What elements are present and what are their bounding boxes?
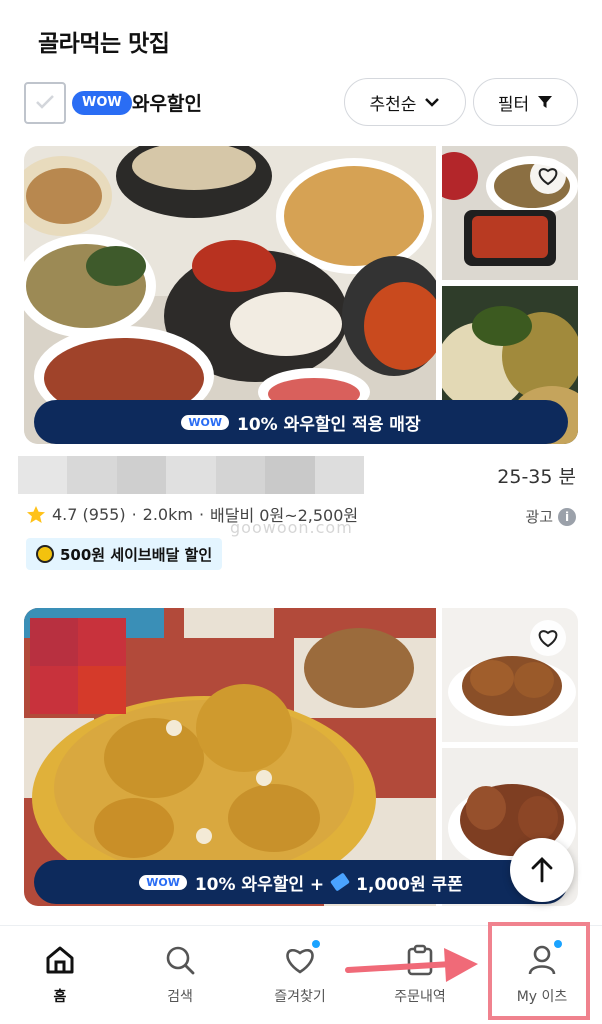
promo-banner: WOW 10% 와우할인 + 1,000원 쿠폰 xyxy=(34,860,568,904)
annotation-highlight-box xyxy=(488,922,590,1020)
favorite-heart-button[interactable] xyxy=(530,620,566,656)
arrow-up-icon xyxy=(531,857,553,883)
sort-label: 추천순 xyxy=(369,94,417,115)
promo-banner: WOW 10% 와우할인 적용 매장 xyxy=(34,400,568,444)
wow-mini-badge: WOW xyxy=(139,874,187,890)
watermark: goowoon.com xyxy=(230,518,353,537)
save-delivery-text: 500원 세이브배달 할인 xyxy=(60,545,213,564)
sort-dropdown[interactable]: 추천순 xyxy=(344,78,466,126)
separator-dot: · xyxy=(198,504,205,524)
nav-home[interactable]: 홈 xyxy=(0,926,120,1024)
nav-label: 검색 xyxy=(167,989,193,1005)
filter-label: 필터 xyxy=(497,94,530,115)
restaurant-side-photo-top xyxy=(442,146,578,280)
favorite-heart-button[interactable] xyxy=(530,158,566,194)
filter-button[interactable]: 필터 xyxy=(473,78,578,126)
wow-discount-label[interactable]: 와우할인 xyxy=(132,89,202,116)
page-title: 골라먹는 맛집 xyxy=(38,31,170,57)
info-icon: i xyxy=(558,507,576,526)
restaurant-name-blurred xyxy=(18,456,364,494)
nav-label: 홈 xyxy=(53,989,67,1005)
search-icon xyxy=(162,942,198,978)
wow-badge: WOW xyxy=(72,91,132,115)
heart-icon xyxy=(282,940,320,978)
restaurant-side-photo-top xyxy=(442,608,578,742)
nav-search[interactable]: 검색 xyxy=(120,926,240,1024)
distance: 2.0km xyxy=(142,504,193,524)
heart-icon xyxy=(538,168,558,186)
funnel-icon xyxy=(538,96,553,108)
annotation-arrow xyxy=(345,948,478,982)
coupon-tag-icon xyxy=(330,872,351,892)
wow-discount-checkbox[interactable] xyxy=(24,82,66,124)
nav-favorites[interactable]: 즐겨찾기 xyxy=(240,926,360,1024)
separator-dot: · xyxy=(131,504,137,524)
heart-icon xyxy=(538,630,558,648)
ad-label[interactable]: 광고 i xyxy=(525,506,576,527)
scroll-to-top-button[interactable] xyxy=(510,838,574,902)
home-icon xyxy=(42,942,78,978)
wow-mini-badge: WOW xyxy=(181,414,230,430)
check-icon xyxy=(36,95,54,109)
delivery-time: 25-35 분 xyxy=(497,466,576,488)
chevron-down-icon xyxy=(425,98,440,107)
filter-row: WOW 와우할인 추천순 필터 xyxy=(24,78,578,128)
promo-text: 10% 와우할인 적용 매장 xyxy=(237,414,421,435)
save-delivery-badge: 500원 세이브배달 할인 xyxy=(26,538,223,570)
notification-dot xyxy=(312,940,320,948)
rating: 4.7 (955) xyxy=(52,504,126,524)
ad-text: 광고 xyxy=(525,508,553,526)
coupon-text: 1,000원 쿠폰 xyxy=(356,874,463,895)
star-icon xyxy=(27,505,45,523)
nav-label: 즐겨찾기 xyxy=(274,989,326,1005)
promo-text: 10% 와우할인 + xyxy=(194,874,325,895)
coin-icon xyxy=(36,545,54,563)
